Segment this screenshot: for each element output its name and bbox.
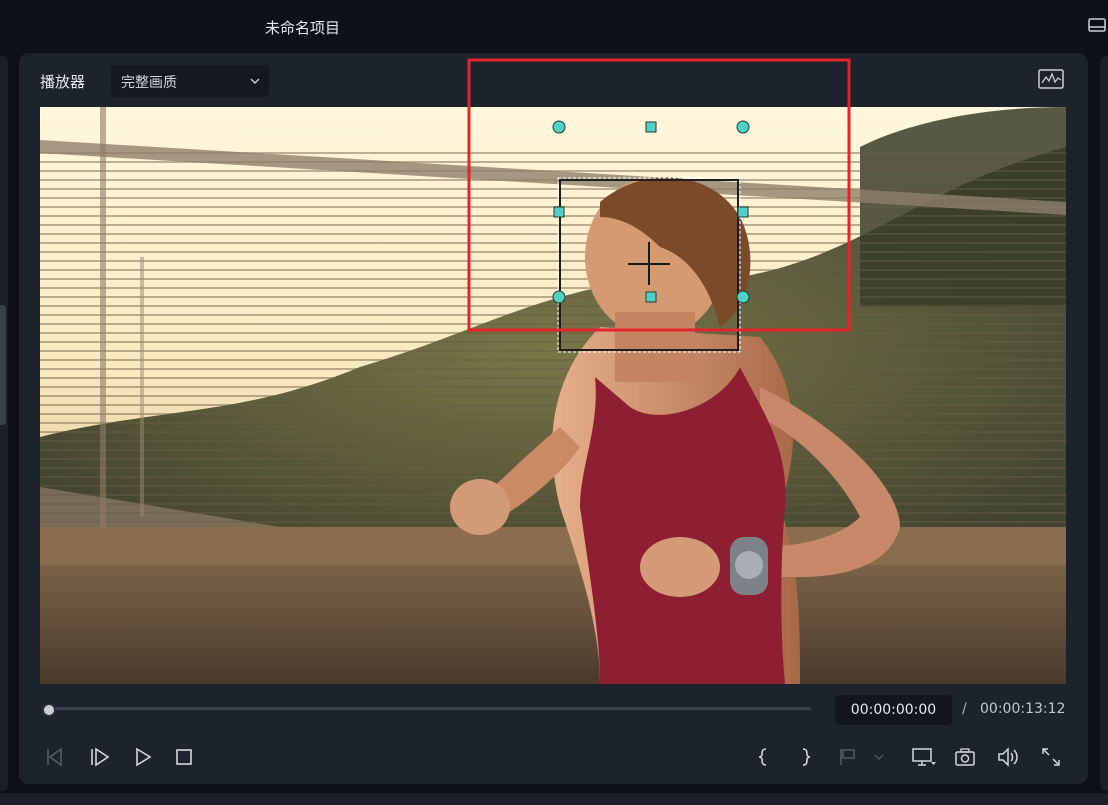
volume-icon[interactable] (996, 746, 1022, 768)
video-preview[interactable] (40, 107, 1066, 684)
player-label: 播放器 (40, 73, 86, 91)
quality-dropdown[interactable]: 完整画质 (111, 65, 269, 97)
waveform-scope-icon[interactable] (1038, 68, 1064, 92)
title-bar: 未命名项目 (0, 0, 1108, 52)
next-frame-icon[interactable] (89, 746, 111, 768)
mark-in-icon[interactable] (752, 746, 774, 768)
total-timecode: 00:00:13:12 (980, 701, 1066, 717)
marker-icon[interactable] (837, 746, 887, 768)
play-icon[interactable] (132, 746, 154, 768)
mark-out-icon[interactable] (795, 746, 817, 768)
player-panel: 播放器 完整画质 00:00:00:00 / 00:00:13:12 (19, 53, 1088, 784)
project-title: 未命名项目 (265, 19, 341, 37)
transport-bar: 00:00:00:00 / 00:00:13:12 (19, 684, 1088, 784)
quality-value: 完整画质 (121, 75, 177, 91)
progress-track[interactable] (49, 707, 811, 710)
stop-icon[interactable] (173, 746, 195, 768)
left-panel-scrollbar[interactable] (0, 305, 6, 425)
current-timecode-field[interactable]: 00:00:00:00 (835, 695, 952, 725)
current-timecode: 00:00:00:00 (850, 702, 937, 718)
display-settings-icon[interactable] (911, 746, 937, 768)
right-panel-edge (1100, 56, 1108, 791)
camera-icon[interactable] (954, 746, 976, 768)
timeline-edge (0, 793, 1108, 805)
layout-icon[interactable] (1088, 16, 1106, 34)
prev-frame-icon[interactable] (44, 746, 66, 768)
timecode-separator: / (962, 701, 967, 717)
chevron-down-icon (250, 78, 260, 84)
fullscreen-icon[interactable] (1040, 746, 1062, 768)
playhead-knob[interactable] (42, 703, 56, 717)
